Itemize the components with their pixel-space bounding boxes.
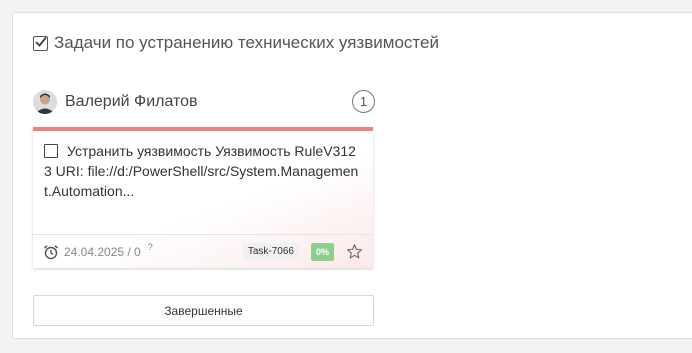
task-card[interactable]: Устранить уязвимость Уязвимость RuleV312… [33, 127, 373, 268]
alarm-clock-icon [44, 244, 58, 259]
checkmark-icon [35, 36, 47, 47]
task-title[interactable]: Устранить уязвимость Уязвимость RuleV312… [44, 143, 358, 199]
star-icon[interactable] [346, 243, 363, 260]
completed-button[interactable]: Завершенные [33, 295, 374, 326]
section-header: Задачи по устранению технических уязвимо… [33, 31, 439, 55]
user-name[interactable]: Валерий Филатов [65, 93, 198, 111]
tasks-panel: Задачи по устранению технических уязвимо… [12, 12, 692, 339]
task-checkbox[interactable] [44, 144, 58, 158]
task-date: 24.04.2025 / 0 [64, 244, 141, 259]
help-icon[interactable]: ? [148, 242, 153, 252]
task-footer: 24.04.2025 / 0 ? Task-7066 0% [33, 234, 373, 268]
task-count-badge: 1 [352, 90, 375, 113]
task-id-badge[interactable]: Task-7066 [242, 243, 299, 260]
task-body: Устранить уязвимость Уязвимость RuleV312… [44, 141, 363, 201]
progress-badge: 0% [310, 242, 334, 261]
section-title: Задачи по устранению технических уязвимо… [54, 33, 439, 52]
avatar[interactable] [33, 90, 57, 114]
user-avatar-icon [33, 90, 57, 114]
user-row: Валерий Филатов 1 [33, 89, 375, 115]
section-checkbox[interactable] [33, 35, 48, 51]
